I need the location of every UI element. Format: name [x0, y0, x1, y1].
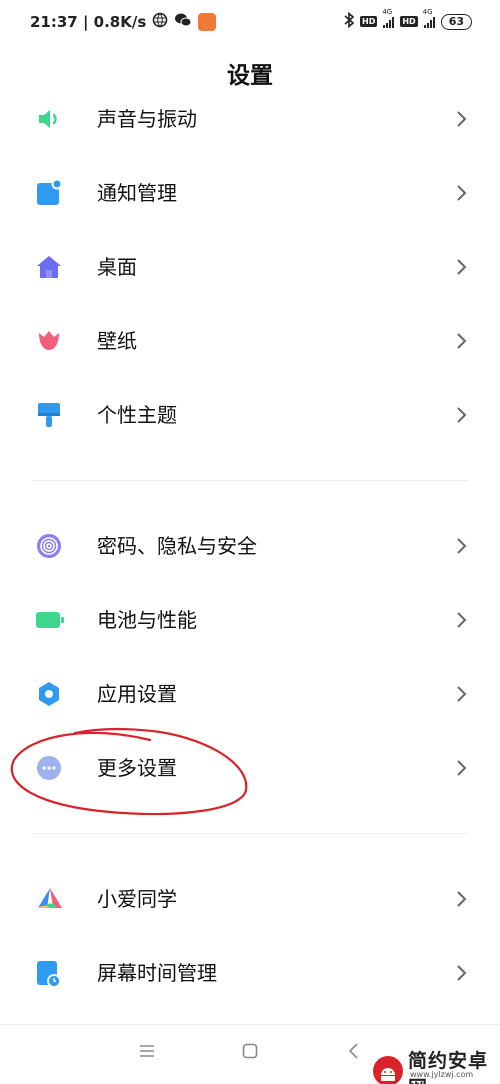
battery-icon: [36, 607, 64, 633]
settings-item-label: 声音与振动: [97, 107, 197, 131]
chevron-right-icon: [455, 110, 467, 128]
tulip-icon: [36, 328, 62, 354]
settings-item-label: 壁纸: [97, 329, 137, 353]
watermark-url: www.jylzwj.com: [410, 1070, 474, 1079]
settings-item-privacy-security[interactable]: 密码、隐私与安全: [0, 509, 500, 583]
settings-item-themes[interactable]: 个性主题: [0, 378, 500, 452]
settings-item-label: 小爱同学: [97, 887, 177, 911]
chevron-right-icon: [455, 184, 467, 202]
status-right: HD 4G HD 4G 63: [344, 8, 472, 31]
chevron-right-icon: [455, 332, 467, 350]
fingerprint-icon: [36, 533, 62, 559]
settings-item-notifications[interactable]: 通知管理: [0, 156, 500, 230]
section-divider: [32, 833, 468, 834]
menu-nav-button[interactable]: [139, 1043, 155, 1062]
settings-item-label: 更多设置: [97, 756, 177, 780]
app-notification-icon: [198, 13, 217, 31]
chevron-right-icon: [455, 537, 467, 555]
settings-item-home-screen[interactable]: 桌面: [0, 230, 500, 304]
notification-icon: [36, 178, 63, 206]
chevron-right-icon: [455, 890, 467, 908]
settings-item-label: 个性主题: [97, 403, 177, 427]
signal-icon-1: 4G: [382, 8, 395, 28]
status-left: 21:37 | 0.8K/s: [30, 12, 217, 32]
chevron-right-icon: [455, 759, 467, 777]
vpn-icon: [152, 12, 168, 32]
chevron-right-icon: [455, 406, 467, 424]
site-watermark: 简约安卓网 www.jylzwj.com: [372, 1046, 500, 1084]
android-logo-icon: [372, 1055, 404, 1084]
home-icon: [36, 254, 62, 280]
bluetooth-icon: [344, 11, 355, 31]
hd-badge-1: HD: [360, 16, 378, 27]
settings-item-app-settings[interactable]: 应用设置: [0, 657, 500, 731]
settings-item-screen-time[interactable]: 屏幕时间管理: [0, 936, 500, 1010]
settings-item-label: 电池与性能: [97, 608, 197, 632]
chevron-right-icon: [455, 258, 467, 276]
screen-time-icon: [36, 960, 62, 988]
settings-item-xiaoai[interactable]: 小爱同学: [0, 862, 500, 936]
settings-item-label: 应用设置: [97, 682, 177, 706]
battery-indicator: 63: [440, 13, 472, 30]
settings-item-label: 密码、隐私与安全: [97, 534, 257, 558]
gear-icon: [36, 681, 62, 707]
status-bar: 21:37 | 0.8K/s HD 4G HD 4G 63: [0, 0, 500, 46]
settings-item-label: 桌面: [97, 255, 137, 279]
hd-badge-2: HD: [400, 16, 418, 27]
chevron-right-icon: [455, 964, 467, 982]
settings-item-label: 屏幕时间管理: [97, 961, 217, 985]
settings-item-wallpaper[interactable]: 壁纸: [0, 304, 500, 378]
settings-item-sound-vibration[interactable]: 声音与振动: [0, 82, 500, 156]
home-nav-button[interactable]: [242, 1043, 258, 1063]
settings-item-more-settings[interactable]: 更多设置: [0, 731, 500, 805]
chevron-right-icon: [455, 611, 467, 629]
settings-item-label: 通知管理: [97, 181, 177, 205]
signal-icon-2: 4G: [423, 8, 435, 28]
settings-item-battery-performance[interactable]: 电池与性能: [0, 583, 500, 657]
status-time-speed: 21:37 | 0.8K/s: [30, 13, 147, 31]
wechat-icon: [174, 12, 192, 32]
speaker-icon: [36, 106, 62, 132]
section-divider: [32, 480, 468, 481]
chevron-right-icon: [455, 685, 467, 703]
back-nav-button[interactable]: [348, 1043, 360, 1063]
xiaoai-icon: [36, 886, 62, 912]
paintbrush-icon: [36, 402, 62, 428]
more-dots-icon: [36, 755, 62, 781]
